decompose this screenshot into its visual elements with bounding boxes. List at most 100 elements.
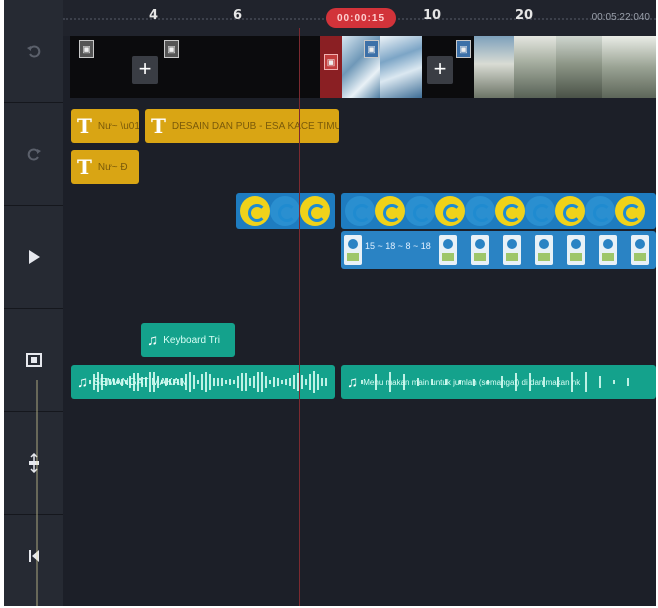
waveform-bar — [205, 371, 207, 393]
figure-sticker-icon — [471, 235, 489, 265]
video-thumbnail — [380, 36, 422, 98]
figure-sticker-icon — [631, 235, 649, 265]
waveform-bar — [225, 379, 227, 385]
playhead-line[interactable] — [299, 28, 300, 606]
tick-label: 4 — [149, 8, 159, 23]
waveform-bar — [197, 379, 199, 385]
redo-button[interactable] — [4, 103, 63, 206]
playhead-time-badge[interactable]: 00:00:15 — [326, 8, 396, 28]
waveform-bar — [229, 378, 231, 386]
swirl-sticker-icon — [405, 196, 435, 226]
waveform-bar — [627, 377, 629, 387]
figure-sticker-icon — [535, 235, 553, 265]
waveform-bar — [325, 377, 327, 387]
audio-clip[interactable]: ♫ SEMANGAT MAKAN — [71, 365, 335, 399]
waveform-bar — [237, 376, 239, 388]
waveform-bar — [289, 378, 291, 386]
waveform-bar — [281, 379, 283, 385]
audio-clip-label: Menu makan main untuk jumlah (semangat) … — [363, 377, 581, 387]
waveform-bar — [613, 379, 615, 385]
sticker-clip-label: 15 ~ 18 ~ 8 ~ 18 — [365, 241, 431, 251]
text-clip[interactable]: T DESAIN DAN PUB - ESA KACE TIMUR — [145, 109, 339, 143]
undo-icon — [26, 43, 42, 59]
main-video-track[interactable]: ▣ + ▣ ▣ ▣ + ▣ — [70, 36, 656, 98]
text-clip-label: Nư~ \u0103 — [97, 120, 139, 132]
waveform-bar — [273, 377, 275, 387]
screen-icon — [25, 353, 42, 367]
text-icon: T — [151, 114, 166, 138]
play-button[interactable] — [4, 206, 63, 309]
clip-thumbnail-icon: ▣ — [456, 40, 471, 58]
video-editor-timeline: 4 6 10 20 00:00:15 00:05:22:040 ▣ + ▣ ▣ … — [4, 0, 656, 606]
waveform-bar — [209, 373, 211, 391]
waveform-bar — [189, 372, 191, 392]
text-icon: T — [77, 155, 92, 179]
waveform-bar — [213, 378, 215, 386]
waveform-bar — [221, 377, 223, 387]
sticker-clip[interactable]: 15 ~ 18 ~ 8 ~ 18 — [341, 231, 656, 269]
video-thumbnail — [602, 36, 656, 98]
clip-thumbnail-icon: ▣ — [164, 40, 179, 58]
text-clip[interactable]: T Nư~ \u0103 — [71, 109, 139, 143]
music-note-icon: ♫ — [77, 373, 89, 391]
figure-sticker-icon — [344, 235, 362, 265]
waveform-bar — [305, 379, 307, 385]
waveform-bar — [285, 379, 287, 385]
swirl-sticker-icon — [375, 196, 405, 226]
video-thumbnail — [514, 36, 556, 98]
video-thumbnail — [474, 36, 514, 98]
swirl-sticker-icon — [345, 196, 375, 226]
waveform-bar — [301, 375, 303, 389]
swirl-sticker-icon — [270, 196, 300, 226]
swirl-sticker-icon — [240, 196, 270, 226]
waveform-bar — [265, 376, 267, 388]
sticker-clip[interactable] — [236, 193, 335, 229]
swirl-sticker-icon — [525, 196, 555, 226]
swirl-sticker-icon — [300, 196, 330, 226]
add-transition-button[interactable]: + — [132, 56, 158, 84]
text-clip[interactable]: T Nư~ Đ — [71, 150, 139, 184]
music-note-icon: ♫ — [347, 373, 359, 391]
audio-clip[interactable]: ♫ Keyboard Tri — [141, 323, 235, 357]
undo-button[interactable] — [4, 0, 63, 103]
audio-clip-label: SEMANGAT MAKAN — [93, 376, 187, 388]
clip-thumbnail-icon: ▣ — [79, 40, 94, 58]
waveform-bar — [269, 379, 271, 385]
waveform-bar — [249, 377, 251, 387]
swirl-sticker-icon — [585, 196, 615, 226]
waveform-bar — [253, 376, 255, 388]
waveform-bar — [309, 373, 311, 391]
tick-label: 10 — [423, 8, 442, 23]
swirl-sticker-icon — [465, 196, 495, 226]
audio-clip-label: Keyboard Tri — [163, 334, 220, 346]
waveform-bar — [585, 372, 587, 392]
waveform-bar — [89, 380, 91, 384]
waveform-bar — [313, 371, 315, 393]
clip-thumbnail-icon: ▣ — [324, 54, 338, 70]
waveform-bar — [245, 373, 247, 391]
swirl-sticker-icon — [555, 196, 585, 226]
redo-icon — [26, 146, 42, 162]
waveform-bar — [233, 379, 235, 385]
text-icon: T — [77, 114, 92, 138]
waveform-bar — [277, 378, 279, 386]
figure-sticker-icon — [503, 235, 521, 265]
music-note-icon: ♫ — [147, 331, 159, 349]
total-duration: 00:05:22:040 — [591, 12, 650, 23]
time-ruler[interactable]: 4 6 10 20 00:00:15 00:05:22:040 — [63, 0, 656, 36]
text-clip-label: Nư~ Đ — [97, 161, 128, 173]
waveform-bar — [321, 378, 323, 386]
audio-clip[interactable]: ♫ Menu makan main untuk jumlah (semangat… — [341, 365, 656, 399]
sticker-clip[interactable] — [341, 193, 656, 229]
tick-label: 6 — [233, 8, 243, 23]
swirl-sticker-icon — [435, 196, 465, 226]
waveform-bar — [599, 376, 601, 388]
waveform-bar — [293, 374, 295, 390]
waveform-bar — [317, 373, 319, 391]
add-transition-button[interactable]: + — [427, 56, 453, 84]
figure-sticker-icon — [567, 235, 585, 265]
waveform-bar — [261, 372, 263, 392]
figure-sticker-icon — [439, 235, 457, 265]
play-icon — [27, 249, 41, 265]
waveform-bar — [193, 374, 195, 390]
